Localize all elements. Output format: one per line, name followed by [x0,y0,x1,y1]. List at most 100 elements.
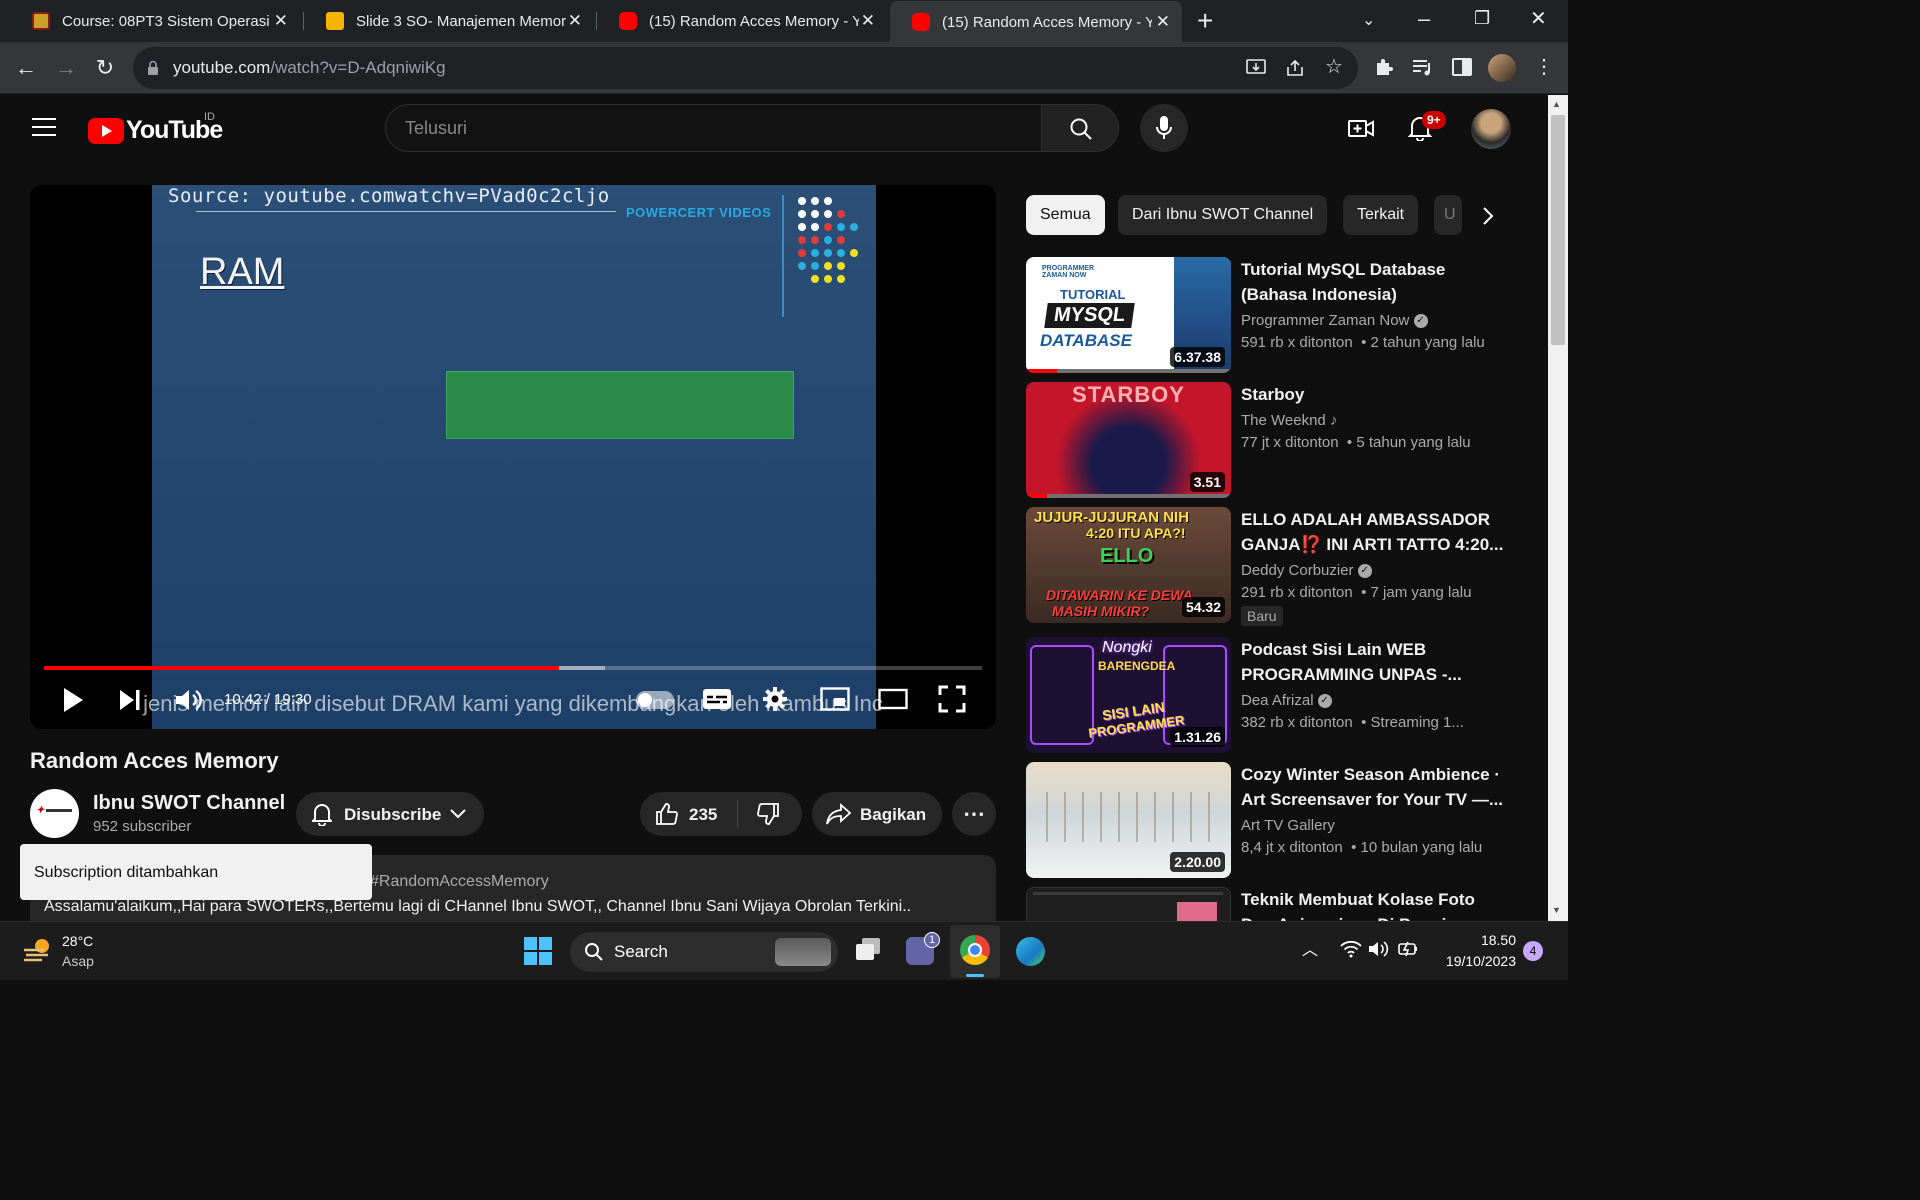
clock-time[interactable]: 18.50 [1438,932,1516,948]
browser-tab-slides[interactable]: Slide 3 SO- Manajemen Memori ✕ [304,0,594,42]
media-queue-icon[interactable] [1412,59,1434,77]
browser-tab-youtube-1[interactable]: (15) Random Acces Memory - Yo ✕ [597,0,887,42]
task-view-icon[interactable] [854,936,884,964]
like-count[interactable]: 235 [689,805,717,825]
video-player[interactable]: Source: youtube.comwatchv=PVad0c2cljo PO… [30,185,996,729]
edge-icon[interactable] [1016,937,1045,966]
wifi-icon[interactable] [1340,940,1362,958]
show-hidden-icons-chevron-icon[interactable]: ︿ [1302,936,1318,960]
like-thumb-icon[interactable] [655,802,679,826]
taskbar-chrome-active[interactable] [950,925,1000,978]
recommendation-item[interactable]: Nongki BARENGDEA SISI LAIN PROGRAMMER 1.… [1026,637,1526,753]
recommendation-thumbnail[interactable]: Nongki BARENGDEA SISI LAIN PROGRAMMER 1.… [1026,637,1231,753]
browser-tab-youtube-active[interactable]: (15) Random Acces Memory - Yo ✕ [890,1,1182,43]
recommendation-channel[interactable]: The Weeknd ♪ [1241,412,1337,429]
subscribed-button[interactable]: Disubscribe [296,792,484,836]
close-tab-icon[interactable]: ✕ [568,11,582,31]
close-tab-icon[interactable]: ✕ [861,11,875,31]
share-icon[interactable] [1285,58,1305,78]
back-arrow-icon[interactable]: ← [10,52,42,84]
recommendation-title[interactable]: Starboy [1241,382,1506,407]
theater-mode-icon[interactable] [878,687,908,711]
progress-bar[interactable] [44,666,982,670]
dislike-thumb-icon[interactable] [756,802,780,826]
extensions-puzzle-icon[interactable] [1374,57,1394,77]
autoplay-toggle[interactable] [636,691,674,709]
channel-avatar[interactable]: ✦ [30,789,79,838]
chevron-right-icon[interactable] [1482,207,1494,225]
subtitles-icon[interactable] [702,688,732,710]
recommendation-item[interactable]: JUJUR-JUJURAN NIH 4:20 ITU APA?! ELLO DI… [1026,507,1526,626]
recommendation-item[interactable]: PROGRAMMER ZAMAN NOW TUTORIAL MYSQL DATAB… [1026,257,1526,373]
side-panel-icon[interactable] [1452,58,1472,76]
chip-related[interactable]: Terkait [1343,195,1419,235]
scroll-up-arrow-icon[interactable]: ▲ [1552,99,1561,109]
recommendation-thumbnail[interactable] [1026,887,1231,921]
browser-menu-kebab-icon[interactable]: ⋮ [1534,54,1554,79]
scroll-down-arrow-icon[interactable]: ▼ [1552,905,1561,915]
taskbar-search-box[interactable]: Search [570,932,838,972]
close-tab-icon[interactable]: ✕ [274,11,288,31]
more-actions-icon[interactable]: ⋯ [952,792,996,836]
address-bar[interactable]: youtube.com/watch?v=D-AdqniwiKg ☆ [133,47,1358,89]
lock-icon[interactable] [147,60,159,76]
recommendation-thumbnail[interactable]: 2.20.00 [1026,762,1231,878]
account-avatar[interactable] [1471,109,1511,149]
recommendation-title[interactable]: Teknik Membuat Kolase Foto Dan Animasiny… [1241,887,1506,921]
browser-tab-course[interactable]: Course: 08PT3 Sistem Operasi ✕ [10,0,300,42]
new-tab-button[interactable]: + [1197,5,1213,37]
chip-semua[interactable]: Semua [1026,195,1105,235]
weather-temp[interactable]: 28°C [62,933,93,949]
hamburger-menu-icon[interactable] [32,118,56,136]
scrollbar-thumb[interactable] [1551,115,1565,345]
create-video-icon[interactable] [1348,117,1374,139]
profile-avatar[interactable] [1488,54,1516,82]
recommendation-thumbnail[interactable]: STARBOY 3.51 [1026,382,1231,498]
recommendation-thumbnail[interactable]: JUJUR-JUJURAN NIH 4:20 ITU APA?! ELLO DI… [1026,507,1231,623]
notification-center-badge[interactable]: 4 [1523,941,1543,961]
recommendation-title[interactable]: Podcast Sisi Lain WEB PROGRAMMING UNPAS … [1241,637,1506,687]
chip-partial[interactable]: U [1434,195,1462,235]
recommendation-channel[interactable]: Art TV Gallery [1241,817,1335,834]
search-button[interactable] [1041,104,1119,152]
minimize-icon[interactable]: – [1418,6,1430,32]
forward-arrow-icon[interactable]: → [50,52,82,84]
search-input[interactable]: Telusuri [385,104,1042,152]
tab-search-chevron-icon[interactable]: ⌄ [1362,10,1375,30]
share-button[interactable]: Bagikan [812,792,942,836]
recommendation-title[interactable]: Tutorial MySQL Database (Bahasa Indonesi… [1241,257,1506,307]
weather-condition[interactable]: Asap [62,953,94,969]
bookmark-star-icon[interactable]: ☆ [1325,54,1343,79]
volume-icon[interactable] [1368,940,1390,958]
install-app-icon[interactable] [1246,59,1266,77]
chip-from-channel[interactable]: Dari Ibnu SWOT Channel [1118,195,1328,235]
channel-name[interactable]: Ibnu SWOT Channel [93,792,285,815]
close-window-icon[interactable]: ✕ [1530,6,1547,31]
recommendation-title[interactable]: Cozy Winter Season Ambience · Art Screen… [1241,762,1506,812]
voice-search-button[interactable] [1140,104,1188,152]
recommendation-item[interactable]: Teknik Membuat Kolase Foto Dan Animasiny… [1026,887,1526,921]
recommendation-channel[interactable]: Deddy Corbuzier ✓ [1241,562,1372,579]
recommendation-item[interactable]: 2.20.00 Cozy Winter Season Ambience · Ar… [1026,762,1526,878]
next-video-icon[interactable] [118,689,142,711]
page-scrollbar[interactable]: ▲ ▼ [1548,95,1568,921]
reload-icon[interactable]: ↻ [89,52,121,84]
battery-charging-icon[interactable] [1398,939,1420,959]
recommendation-thumbnail[interactable]: PROGRAMMER ZAMAN NOW TUTORIAL MYSQL DATAB… [1026,257,1231,373]
weather-haze-icon[interactable] [22,936,54,964]
settings-gear-icon[interactable] [762,685,788,713]
play-icon[interactable] [62,687,84,713]
miniplayer-icon[interactable] [820,687,850,711]
clock-date[interactable]: 19/10/2023 [1428,953,1516,969]
description-hashtag[interactable]: #RandomAccessMemory [370,873,549,891]
recommendation-title[interactable]: ELLO ADALAH AMBASSADOR GANJA⁉️ INI ARTI … [1241,507,1506,557]
recommendation-channel[interactable]: Dea Afrizal ✓ [1241,692,1332,709]
restore-icon[interactable]: ❐ [1474,8,1490,29]
volume-icon[interactable] [174,687,202,713]
recommendation-item[interactable]: STARBOY 3.51 Starboy The Weeknd ♪ 77 jt … [1026,382,1526,498]
recommendation-channel[interactable]: Programmer Zaman Now ✓ [1241,312,1428,329]
fullscreen-icon[interactable] [938,685,966,713]
windows-start-icon[interactable] [524,937,552,965]
close-tab-icon[interactable]: ✕ [1156,12,1170,32]
toast-text: Subscription ditambahkan [34,864,219,881]
